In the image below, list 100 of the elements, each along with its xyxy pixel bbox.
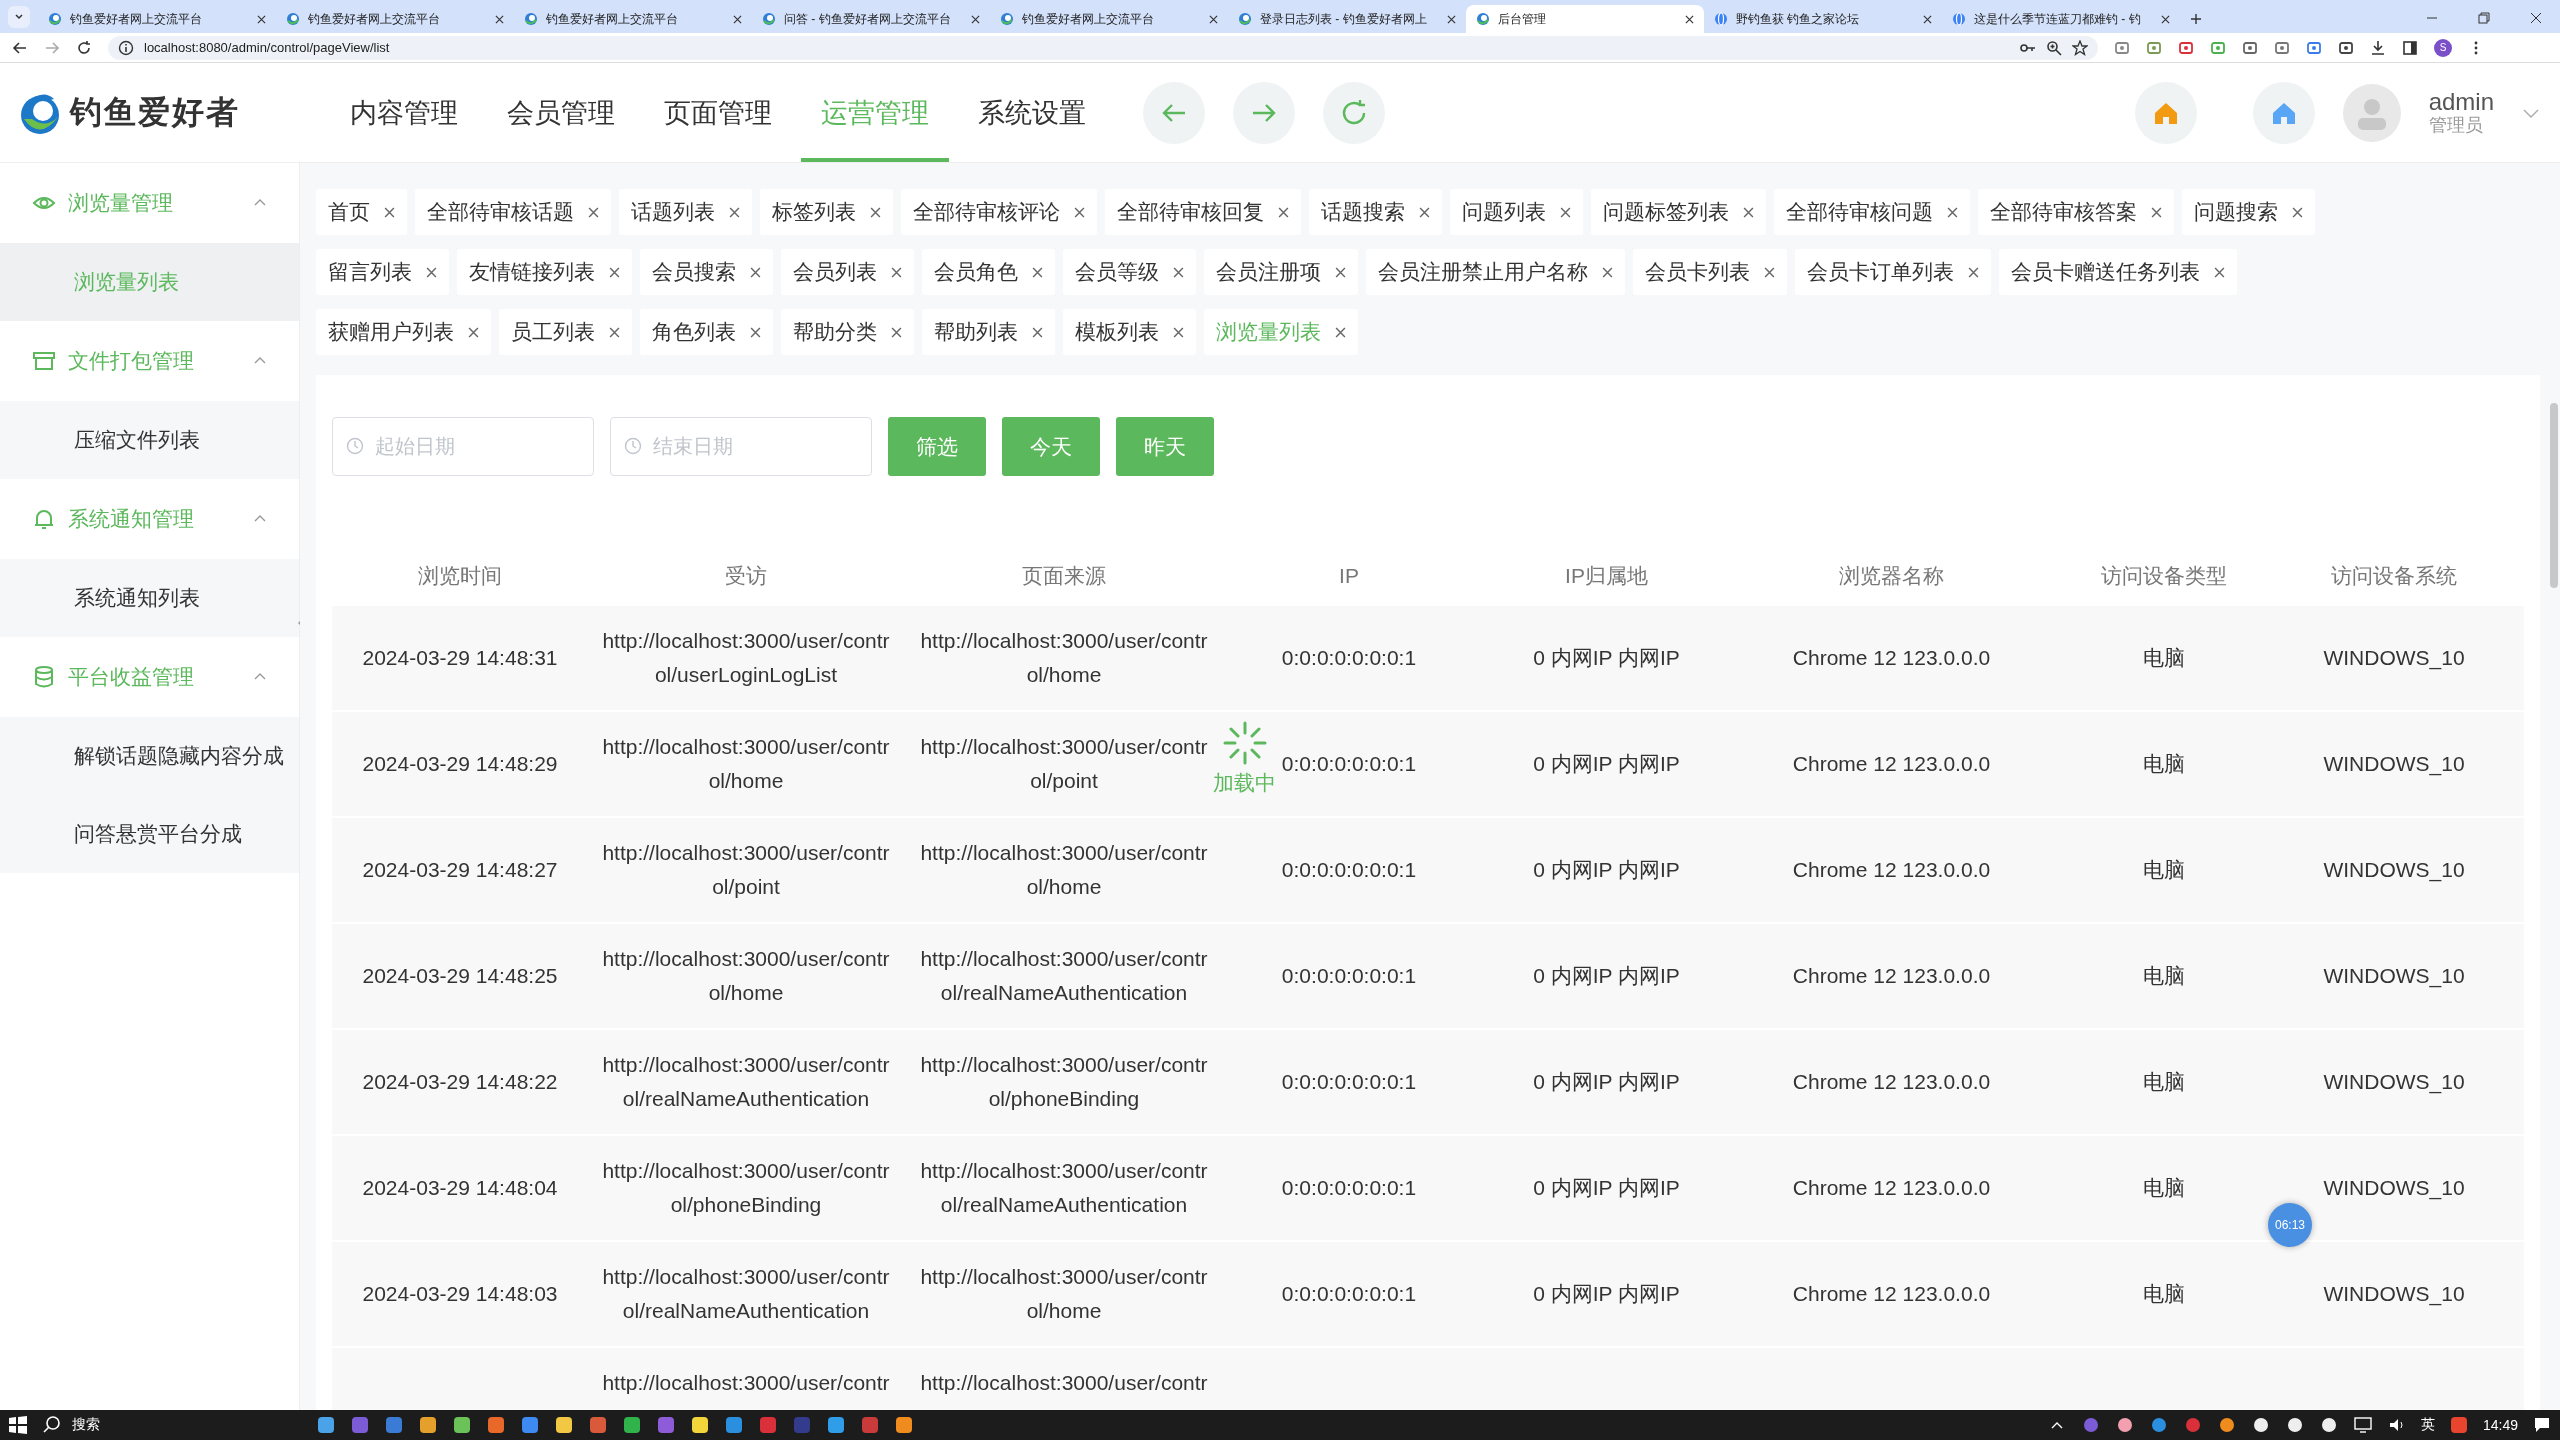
clock[interactable]: 14:49: [2482, 1417, 2518, 1433]
info-icon[interactable]: [118, 39, 134, 56]
input-method-indicator[interactable]: 英: [2420, 1416, 2435, 1434]
page-tag[interactable]: 角色列表: [640, 309, 773, 355]
nav-tab[interactable]: 系统设置: [958, 63, 1106, 162]
close-icon[interactable]: [384, 206, 395, 218]
page-tag[interactable]: 会员注册禁止用户名称: [1366, 249, 1625, 295]
page-tag[interactable]: 会员卡订单列表: [1795, 249, 1991, 295]
app-icon[interactable]: [316, 1415, 336, 1435]
zoom-icon[interactable]: [2046, 39, 2062, 56]
close-icon[interactable]: [1685, 14, 1694, 24]
star-icon[interactable]: [2072, 39, 2088, 56]
profile-avatar[interactable]: S: [2434, 38, 2452, 57]
page-tag[interactable]: 全部待审核问题: [1774, 189, 1970, 235]
app-icon[interactable]: [622, 1415, 642, 1435]
close-icon[interactable]: [1602, 266, 1613, 278]
close-icon[interactable]: [1173, 326, 1184, 338]
close-icon[interactable]: [1764, 266, 1775, 278]
date-field[interactable]: 起始日期: [332, 417, 594, 476]
sidebar-item[interactable]: 解锁话题隐藏内容分成: [0, 717, 299, 795]
close-icon[interactable]: [468, 326, 479, 338]
back-arrow-icon[interactable]: [12, 39, 28, 56]
page-tag[interactable]: 会员搜索: [640, 249, 773, 295]
extension-icon[interactable]: [2306, 39, 2322, 56]
close-icon[interactable]: [495, 14, 504, 24]
close-icon[interactable]: [1947, 206, 1958, 218]
extension-icon[interactable]: [2274, 39, 2290, 56]
page-tag[interactable]: 模板列表: [1063, 309, 1196, 355]
browser-tab[interactable]: 钓鱼爱好者网上交流平台: [990, 5, 1228, 33]
close-icon[interactable]: [1209, 14, 1218, 24]
app-icon[interactable]: [486, 1415, 506, 1435]
close-icon[interactable]: [1560, 206, 1571, 218]
page-tag[interactable]: 会员等级: [1063, 249, 1196, 295]
app-icon[interactable]: [554, 1415, 574, 1435]
browser-tab[interactable]: 钓鱼爱好者网上交流平台: [514, 5, 752, 33]
app-icon[interactable]: [724, 1415, 744, 1435]
new-tab-icon[interactable]: [2190, 13, 2202, 25]
page-tag[interactable]: 话题搜索: [1309, 189, 1442, 235]
windows-start-icon[interactable]: [8, 1415, 28, 1435]
page-tag[interactable]: 全部待审核答案: [1978, 189, 2174, 235]
close-icon[interactable]: [1743, 206, 1754, 218]
extension-icon[interactable]: [2338, 39, 2354, 56]
close-icon[interactable]: [971, 14, 980, 24]
app-icon[interactable]: [520, 1415, 540, 1435]
close-icon[interactable]: [1074, 206, 1085, 218]
extension-icon[interactable]: [2242, 39, 2258, 56]
close-icon[interactable]: [1923, 14, 1932, 24]
app-icon[interactable]: [418, 1415, 438, 1435]
close-icon[interactable]: [1278, 206, 1289, 218]
close-icon[interactable]: [1032, 326, 1043, 338]
page-tag[interactable]: 问题标签列表: [1591, 189, 1766, 235]
nav-tab[interactable]: 页面管理: [644, 63, 792, 162]
notification-icon[interactable]: [2532, 1415, 2552, 1435]
page-tag[interactable]: 全部待审核回复: [1105, 189, 1301, 235]
close-icon[interactable]: [870, 206, 881, 218]
tab-search-button[interactable]: [8, 6, 30, 28]
browser-tab[interactable]: 钓鱼爱好者网上交流平台: [38, 5, 276, 33]
app-icon[interactable]: [452, 1415, 472, 1435]
page-tag[interactable]: 问题列表: [1450, 189, 1583, 235]
page-tag[interactable]: 帮助分类: [781, 309, 914, 355]
page-tag[interactable]: 员工列表: [499, 309, 632, 355]
sidebar-item[interactable]: 问答悬赏平台分成: [0, 795, 299, 873]
page-tag[interactable]: 会员卡赠送任务列表: [1999, 249, 2237, 295]
page-tag[interactable]: 会员注册项: [1204, 249, 1358, 295]
close-icon[interactable]: [1968, 266, 1979, 278]
close-icon[interactable]: [750, 326, 761, 338]
download-icon[interactable]: [2370, 39, 2386, 56]
page-tag[interactable]: 全部待审核话题: [415, 189, 611, 235]
close-icon[interactable]: [609, 326, 620, 338]
reload-icon[interactable]: [76, 39, 92, 56]
close-icon[interactable]: [1335, 326, 1346, 338]
browser-tab[interactable]: 后台管理: [1466, 5, 1704, 33]
sidebar-item[interactable]: 压缩文件列表: [0, 401, 299, 479]
close-icon[interactable]: [2530, 12, 2542, 24]
close-icon[interactable]: [891, 326, 902, 338]
nav-tab[interactable]: 内容管理: [330, 63, 478, 162]
close-icon[interactable]: [609, 266, 620, 278]
page-tag[interactable]: 会员卡列表: [1633, 249, 1787, 295]
page-tag[interactable]: 留言列表: [316, 249, 449, 295]
restore-icon[interactable]: [2478, 12, 2490, 24]
browser-tab[interactable]: 这是什么季节连蓝刀都难钓 - 钓: [1942, 5, 2180, 33]
nav-tab[interactable]: 会员管理: [487, 63, 635, 162]
extension-icon[interactable]: [2178, 39, 2194, 56]
page-tag[interactable]: 帮助列表: [922, 309, 1055, 355]
close-icon[interactable]: [588, 206, 599, 218]
close-icon[interactable]: [2214, 266, 2225, 278]
browser-tab[interactable]: 钓鱼爱好者网上交流平台: [276, 5, 514, 33]
browser-tab[interactable]: 登录日志列表 - 钓鱼爱好者网上: [1228, 5, 1466, 33]
browser-tab[interactable]: 野钓鱼获 钓鱼之家论坛: [1704, 5, 1942, 33]
sidebar-item[interactable]: 系统通知列表: [0, 559, 299, 637]
close-icon[interactable]: [257, 14, 266, 24]
page-tag[interactable]: 获赠用户列表: [316, 309, 491, 355]
close-icon[interactable]: [2292, 206, 2303, 218]
taskbar-search[interactable]: 搜索: [42, 1415, 302, 1435]
page-tag[interactable]: 全部待审核评论: [901, 189, 1097, 235]
page-tag[interactable]: 首页: [316, 189, 407, 235]
close-icon[interactable]: [729, 206, 740, 218]
app-icon[interactable]: [826, 1415, 846, 1435]
close-icon[interactable]: [750, 266, 761, 278]
app-icon[interactable]: [690, 1415, 710, 1435]
